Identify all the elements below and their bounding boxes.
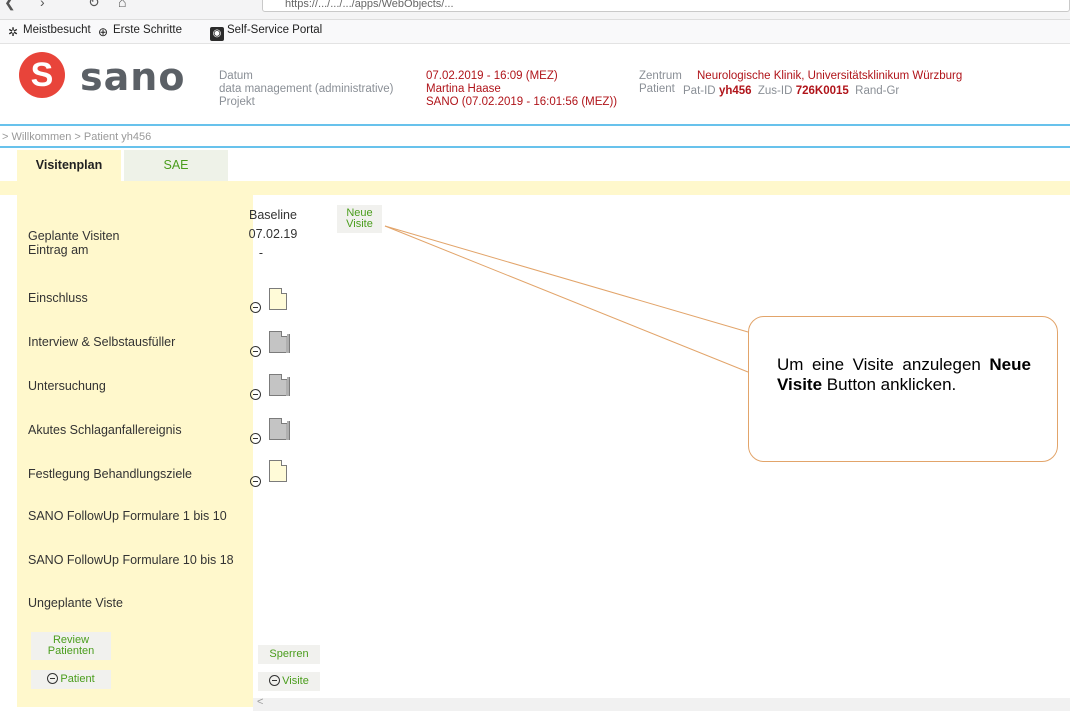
datum-value: 07.02.2019 - 16:09 (MEZ): [426, 70, 558, 82]
remove-form-icon[interactable]: [250, 389, 261, 400]
sano-logo-icon: S: [19, 52, 65, 98]
baseline-header: Baseline: [249, 208, 297, 222]
zus-id-label: Zus-ID: [757, 85, 793, 97]
row-label-behandlungsziele: Festlegung Behandlungsziele: [28, 467, 193, 481]
row-label-followup-1-10: SANO FollowUp Formulare 1 bis 10: [28, 509, 227, 523]
forward-icon[interactable]: ›: [40, 0, 45, 10]
browser-toolbar: ❮ › ↻ ⌂ https://.../.../.../apps/WebObje…: [0, 0, 1070, 20]
form-document-icon[interactable]: [269, 460, 287, 482]
remove-form-icon[interactable]: [250, 433, 261, 444]
remove-patient-label: Patient: [60, 673, 95, 685]
planned-visits-label: Geplante Visiten: [28, 229, 120, 243]
datum-label: Datum: [219, 70, 253, 82]
bookmark-label: Meistbesucht: [23, 24, 91, 36]
rand-gr-label: Rand-Gr: [855, 85, 900, 97]
remove-visit-button[interactable]: Visite: [258, 672, 320, 691]
bookmark-erste-schritte[interactable]: ⊕ Erste Schritte: [96, 24, 182, 39]
review-label-line2: Patienten: [47, 645, 95, 657]
tab-visitenplan[interactable]: Visitenplan: [17, 150, 121, 181]
row-label-followup-10-18: SANO FollowUp Formulare 10 bis 18: [28, 553, 234, 567]
row-label-ungeplant: Ungeplante Viste: [28, 596, 123, 610]
zentrum-value: Neurologische Klinik, Universitätsklinik…: [697, 70, 963, 82]
new-visit-label-line2: Visite: [346, 218, 373, 230]
portal-icon: ◉: [210, 27, 224, 41]
role-label: data management (administrative): [219, 83, 394, 95]
remove-form-icon[interactable]: [250, 476, 261, 487]
row-label-interview: Interview & Selbstausfüller: [28, 335, 176, 349]
pat-id-value: yh456: [718, 85, 752, 97]
bookmarks-bar: ✲ Meistbesucht ⊕ Erste Schritte ◉ Self-Serv…: [0, 20, 1070, 44]
tab-sae[interactable]: SAE: [124, 150, 228, 181]
minus-circle-icon: [269, 675, 281, 686]
globe-icon: ⊕: [97, 25, 109, 39]
patient-label: Patient: [639, 83, 675, 95]
instruction-callout: Um eine Visite anzulegen Neue Visite But…: [748, 316, 1058, 462]
review-patients-button[interactable]: Review Patienten: [31, 632, 111, 660]
baseline-date: 07.02.19: [248, 227, 298, 241]
breadcrumb-divider: [0, 146, 1070, 148]
new-visit-button[interactable]: Neue Visite: [337, 205, 382, 233]
user-name: Martina Haase: [426, 83, 501, 95]
remove-visit-label: Visite: [282, 675, 309, 687]
zus-id-value: 726K0015: [795, 85, 849, 97]
visit-plan-sidebar: [17, 195, 253, 707]
horizontal-scrollbar[interactable]: <: [253, 696, 1070, 711]
remove-form-icon[interactable]: [250, 302, 261, 313]
home-icon[interactable]: ⌂: [118, 0, 126, 10]
address-bar[interactable]: https://.../.../.../apps/WebObjects/...: [262, 0, 1070, 12]
gear-icon: ✲: [7, 25, 19, 39]
projekt-value: SANO (07.02.2019 - 16:01:56 (MEZ)): [426, 96, 618, 108]
tab-content-strip: [0, 181, 1070, 195]
bookmark-self-service-portal[interactable]: ◉ Self-Service Portal: [210, 24, 322, 41]
zentrum-label: Zentrum: [639, 70, 682, 82]
form-document-icon[interactable]: [269, 331, 290, 353]
callout-text-pre: Um eine Visite anzulegen: [777, 355, 981, 374]
entry-date-label: Eintrag am: [28, 243, 89, 257]
row-label-einschluss: Einschluss: [28, 291, 88, 305]
callout-text: Um eine Visite anzulegen Neue Visite But…: [777, 355, 1031, 395]
pat-id-label: Pat-ID: [683, 85, 716, 97]
baseline-dash: -: [258, 246, 264, 260]
patient-info: Pat-ID yh456 Zus-ID 726K0015 Rand-Gr: [683, 83, 899, 98]
callout-text-post: Button anklicken.: [826, 375, 957, 394]
logo-text: sano: [80, 55, 186, 99]
form-document-icon[interactable]: [269, 288, 287, 310]
header-divider: [0, 124, 1070, 126]
scroll-left-icon[interactable]: <: [257, 696, 263, 708]
bookmark-label: Self-Service Portal: [227, 24, 323, 36]
minus-circle-icon: [47, 673, 59, 684]
form-document-icon[interactable]: [269, 374, 290, 396]
tab-bar: Visitenplan SAE: [0, 150, 1070, 181]
breadcrumb[interactable]: > Willkommen > Patient yh456: [2, 131, 151, 143]
url-text: https://.../.../.../apps/WebObjects/...: [285, 0, 454, 10]
row-label-untersuchung: Untersuchung: [28, 379, 106, 393]
back-icon[interactable]: ❮: [4, 0, 16, 11]
reload-icon[interactable]: ↻: [88, 0, 100, 11]
remove-form-icon[interactable]: [250, 346, 261, 357]
form-document-icon[interactable]: [269, 418, 290, 440]
remove-patient-button[interactable]: Patient: [31, 670, 111, 689]
bookmark-meistbesucht[interactable]: ✲ Meistbesucht: [6, 24, 91, 39]
row-label-schlaganfall: Akutes Schlaganfallereignis: [28, 423, 182, 437]
bookmark-label: Erste Schritte: [113, 24, 183, 36]
projekt-label: Projekt: [219, 96, 255, 108]
lock-button[interactable]: Sperren: [258, 645, 320, 664]
